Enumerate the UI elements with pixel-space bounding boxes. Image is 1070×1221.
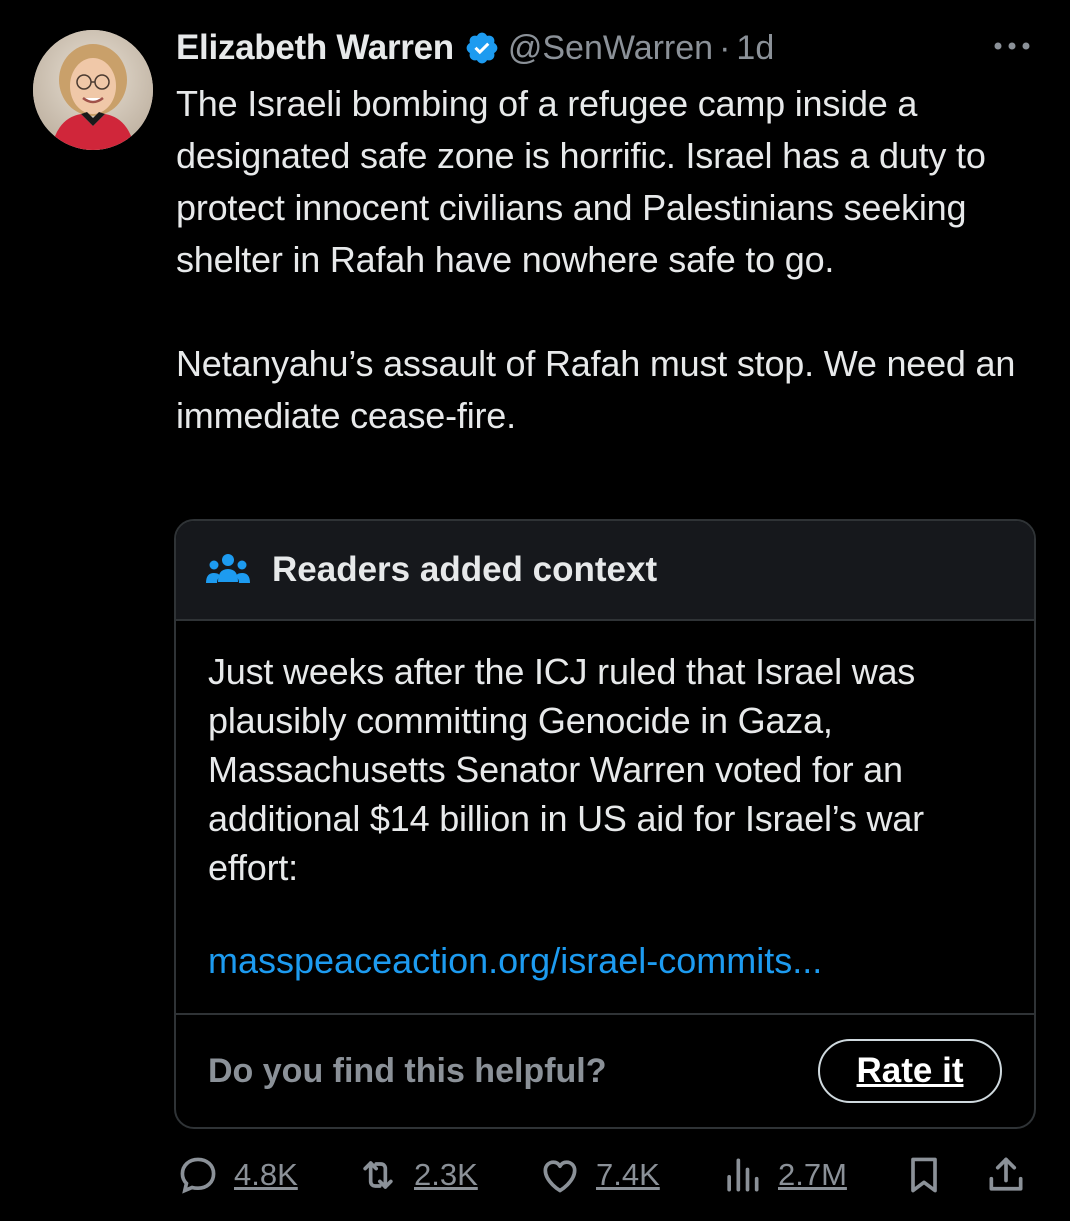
community-note-link[interactable]: masspeaceaction.org/israel-commits... <box>208 936 1004 985</box>
avatar[interactable] <box>33 30 153 150</box>
people-icon <box>206 554 250 583</box>
community-note-footer: Do you find this helpful? Rate it <box>176 1015 1034 1127</box>
community-note-body: Just weeks after the ICJ ruled that Isra… <box>176 621 1034 1015</box>
views-icon <box>727 1158 759 1192</box>
tweet-paragraph-2: Netanyahu’s assault of Rafah must stop. … <box>176 343 1016 436</box>
community-note-text: Just weeks after the ICJ ruled that Isra… <box>208 651 924 888</box>
reply-button[interactable]: 4.8K <box>176 1148 298 1202</box>
views-button[interactable]: 2.7M <box>720 1148 847 1202</box>
tweet-header: Elizabeth Warren @SenWarren · 1d <box>176 24 774 72</box>
reply-count[interactable]: 4.8K <box>234 1157 298 1193</box>
repost-icon <box>363 1161 393 1189</box>
avatar-image <box>33 30 153 150</box>
like-icon <box>543 1160 577 1193</box>
share-icon <box>989 1157 1023 1191</box>
repost-count[interactable]: 2.3K <box>414 1157 478 1193</box>
handle[interactable]: @SenWarren <box>508 29 713 68</box>
community-note-title: Readers added context <box>272 550 658 589</box>
rate-it-button[interactable]: Rate it <box>818 1039 1002 1103</box>
views-count[interactable]: 2.7M <box>778 1157 847 1193</box>
timestamp[interactable]: 1d <box>736 29 774 68</box>
tweet: Elizabeth Warren @SenWarren · 1d The Isr… <box>0 0 1070 1221</box>
helpful-question: Do you find this helpful? <box>208 1051 607 1090</box>
verified-badge-icon <box>466 32 498 64</box>
like-button[interactable]: 7.4K <box>538 1148 660 1202</box>
like-count[interactable]: 7.4K <box>596 1157 660 1193</box>
more-options-icon[interactable] <box>990 34 1034 58</box>
display-name[interactable]: Elizabeth Warren <box>176 28 454 68</box>
community-note-header[interactable]: Readers added context <box>176 521 1034 621</box>
reply-icon <box>180 1157 216 1194</box>
share-button[interactable] <box>984 1148 1028 1202</box>
tweet-actions: 4.8K 2.3K 7.4K 2.7M <box>176 1148 1036 1202</box>
bookmark-button[interactable] <box>902 1148 946 1202</box>
repost-button[interactable]: 2.3K <box>356 1148 478 1202</box>
tweet-text: The Israeli bombing of a refugee camp in… <box>176 78 1036 442</box>
separator-dot: · <box>719 28 731 67</box>
bookmark-icon <box>911 1157 937 1193</box>
community-note-card: Readers added context Just weeks after t… <box>174 519 1036 1129</box>
tweet-paragraph-1: The Israeli bombing of a refugee camp in… <box>176 83 986 280</box>
